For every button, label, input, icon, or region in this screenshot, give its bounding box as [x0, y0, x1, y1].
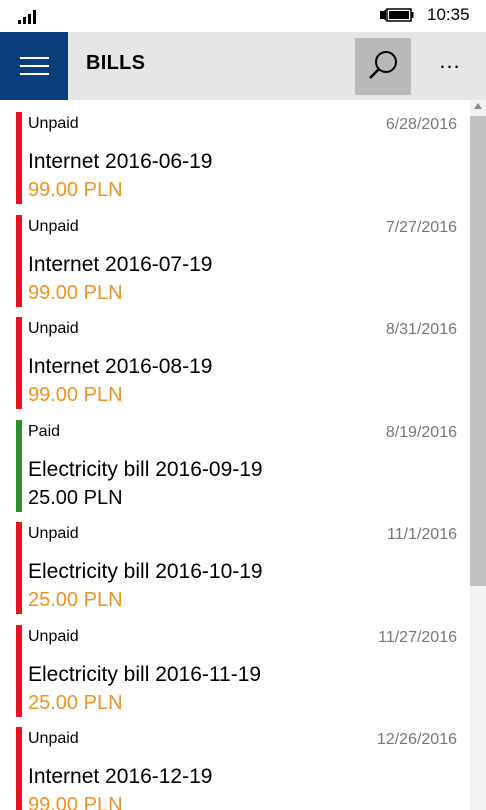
- bill-amount: 99.00 PLN: [28, 794, 123, 810]
- bill-date: 7/27/2016: [385, 218, 457, 236]
- bill-status: Paid: [28, 422, 61, 440]
- bill-list-item[interactable]: Unpaid 11/1/2016 Electricity bill 2016-10-…: [16, 522, 466, 614]
- bill-list-item[interactable]: Unpaid 8/31/2016 Internet 2016-08-19 99.00 …: [16, 317, 466, 409]
- search-button[interactable]: [355, 38, 411, 95]
- bill-status: Unpaid: [28, 730, 79, 747]
- bill-status: Unpaid: [28, 525, 79, 542]
- status-indicator-bar: [16, 624, 22, 717]
- status-bar: 10:35: [0, 0, 486, 32]
- bill-date: 6/28/2016: [385, 116, 457, 133]
- signal-bars-icon: [18, 10, 36, 24]
- bill-name: Internet 2016-08-19: [28, 355, 213, 378]
- bill-date: 8/19/2016: [385, 423, 457, 441]
- bill-list-item[interactable]: Unpaid 6/28/2016 Internet 2016-06-19 99.00 …: [16, 112, 466, 204]
- bill-name: Electricity bill 2016-09-19: [28, 457, 263, 481]
- more-options-button[interactable]: ...: [430, 48, 470, 84]
- bill-amount: 25.00 PLN: [28, 486, 123, 509]
- scrollbar-thumb[interactable]: [470, 116, 486, 586]
- status-indicator-bar: [16, 419, 22, 512]
- bill-list-item[interactable]: Paid 8/19/2016 Electricity bill 2016-09-19…: [16, 419, 466, 512]
- bill-status: Unpaid: [28, 627, 79, 645]
- page-title: BILLS: [86, 52, 146, 74]
- bill-name: Internet 2016-06-19: [28, 150, 213, 173]
- clock-time: 10:35: [427, 5, 470, 24]
- hamburger-icon-line-bottom: [20, 73, 49, 75]
- hamburger-icon-line-middle: [20, 65, 49, 67]
- status-indicator-bar: [16, 112, 22, 204]
- scroll-up-arrow-icon[interactable]: [474, 103, 482, 109]
- hamburger-menu-button[interactable]: [0, 32, 68, 100]
- app-bar: BILLS ...: [0, 32, 486, 100]
- bills-list: Unpaid 6/28/2016 Internet 2016-06-19 99.00 …: [0, 100, 470, 810]
- bill-status: Unpaid: [28, 217, 79, 235]
- bill-date: 11/27/2016: [378, 628, 457, 646]
- status-indicator-bar: [16, 522, 22, 614]
- bill-list-item[interactable]: Unpaid 11/27/2016 Electricity bill 2016-11…: [16, 624, 466, 717]
- bill-name: Electricity bill 2016-11-19: [28, 662, 262, 686]
- search-icon: [369, 51, 397, 79]
- bill-amount: 99.00 PLN: [28, 281, 123, 304]
- hamburger-icon-line-top: [20, 57, 49, 59]
- bill-amount: 99.00 PLN: [28, 179, 123, 201]
- bill-date: 8/31/2016: [385, 321, 457, 338]
- bill-name: Internet 2016-12-19: [28, 765, 213, 788]
- bill-list-item[interactable]: Unpaid 12/26/2016 Internet 2016-12-19 99.00…: [16, 727, 466, 810]
- scrollbar[interactable]: [470, 100, 486, 810]
- bill-amount: 25.00 PLN: [28, 589, 123, 611]
- status-indicator-bar: [16, 317, 22, 409]
- bill-date: 12/26/2016: [376, 731, 457, 748]
- status-indicator-bar: [16, 214, 22, 307]
- bill-list-item[interactable]: Unpaid 7/27/2016 Internet 2016-07-19 99.00 …: [16, 214, 466, 307]
- bill-date: 11/1/2016: [387, 526, 457, 543]
- bill-amount: 25.00 PLN: [28, 691, 123, 714]
- battery-charging-icon: [380, 8, 414, 22]
- bill-status: Unpaid: [28, 115, 79, 132]
- bill-name: Electricity bill 2016-10-19: [28, 560, 263, 583]
- bill-status: Unpaid: [28, 320, 79, 337]
- bill-amount: 99.00 PLN: [28, 384, 123, 406]
- status-indicator-bar: [16, 727, 22, 810]
- bill-name: Internet 2016-07-19: [28, 252, 213, 276]
